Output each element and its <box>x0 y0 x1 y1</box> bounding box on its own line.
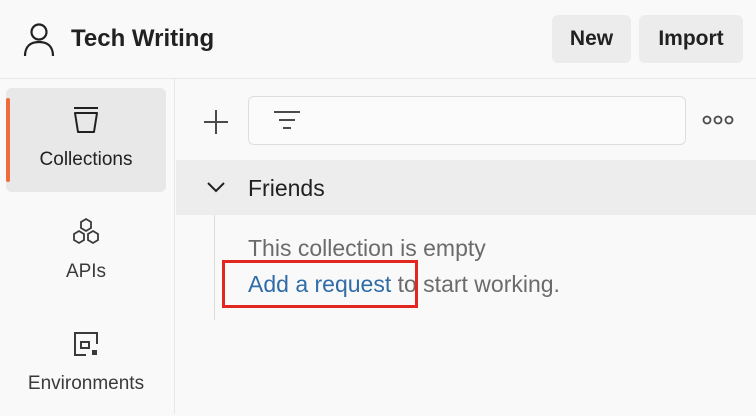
collection-item-friends[interactable]: Friends <box>176 160 756 215</box>
collection-name: Friends <box>248 175 325 201</box>
apis-icon <box>73 217 99 245</box>
add-request-hint: Add a request to start working. <box>248 268 560 300</box>
plus-icon[interactable] <box>201 107 231 137</box>
sidebar-item-apis[interactable]: APIs <box>6 200 166 304</box>
environments-icon <box>74 332 98 356</box>
tree-guide-line <box>214 215 215 320</box>
add-request-suffix: to start working. <box>391 271 560 297</box>
more-options-icon[interactable] <box>702 112 734 128</box>
sidebar-item-label: APIs <box>65 261 107 282</box>
filter-input[interactable] <box>248 96 686 145</box>
chevron-down-icon[interactable] <box>206 180 226 194</box>
sidebar: Collections APIs Environments <box>0 79 175 414</box>
add-request-link[interactable]: Add a request <box>248 271 391 297</box>
sidebar-item-label: Collections <box>39 149 133 170</box>
header-bar: Tech Writing New Import <box>0 0 756 79</box>
filter-icon[interactable] <box>273 109 301 133</box>
workspace-title[interactable]: Tech Writing <box>71 23 214 55</box>
empty-collection-message: This collection is empty <box>248 235 486 261</box>
sidebar-item-label: Environments <box>27 373 145 394</box>
sidebar-item-environments[interactable]: Environments <box>6 312 166 416</box>
collections-icon <box>74 107 98 133</box>
new-button[interactable]: New <box>552 15 631 63</box>
sidebar-item-collections[interactable]: Collections <box>6 88 166 192</box>
import-button[interactable]: Import <box>639 15 743 63</box>
user-icon <box>23 23 55 57</box>
